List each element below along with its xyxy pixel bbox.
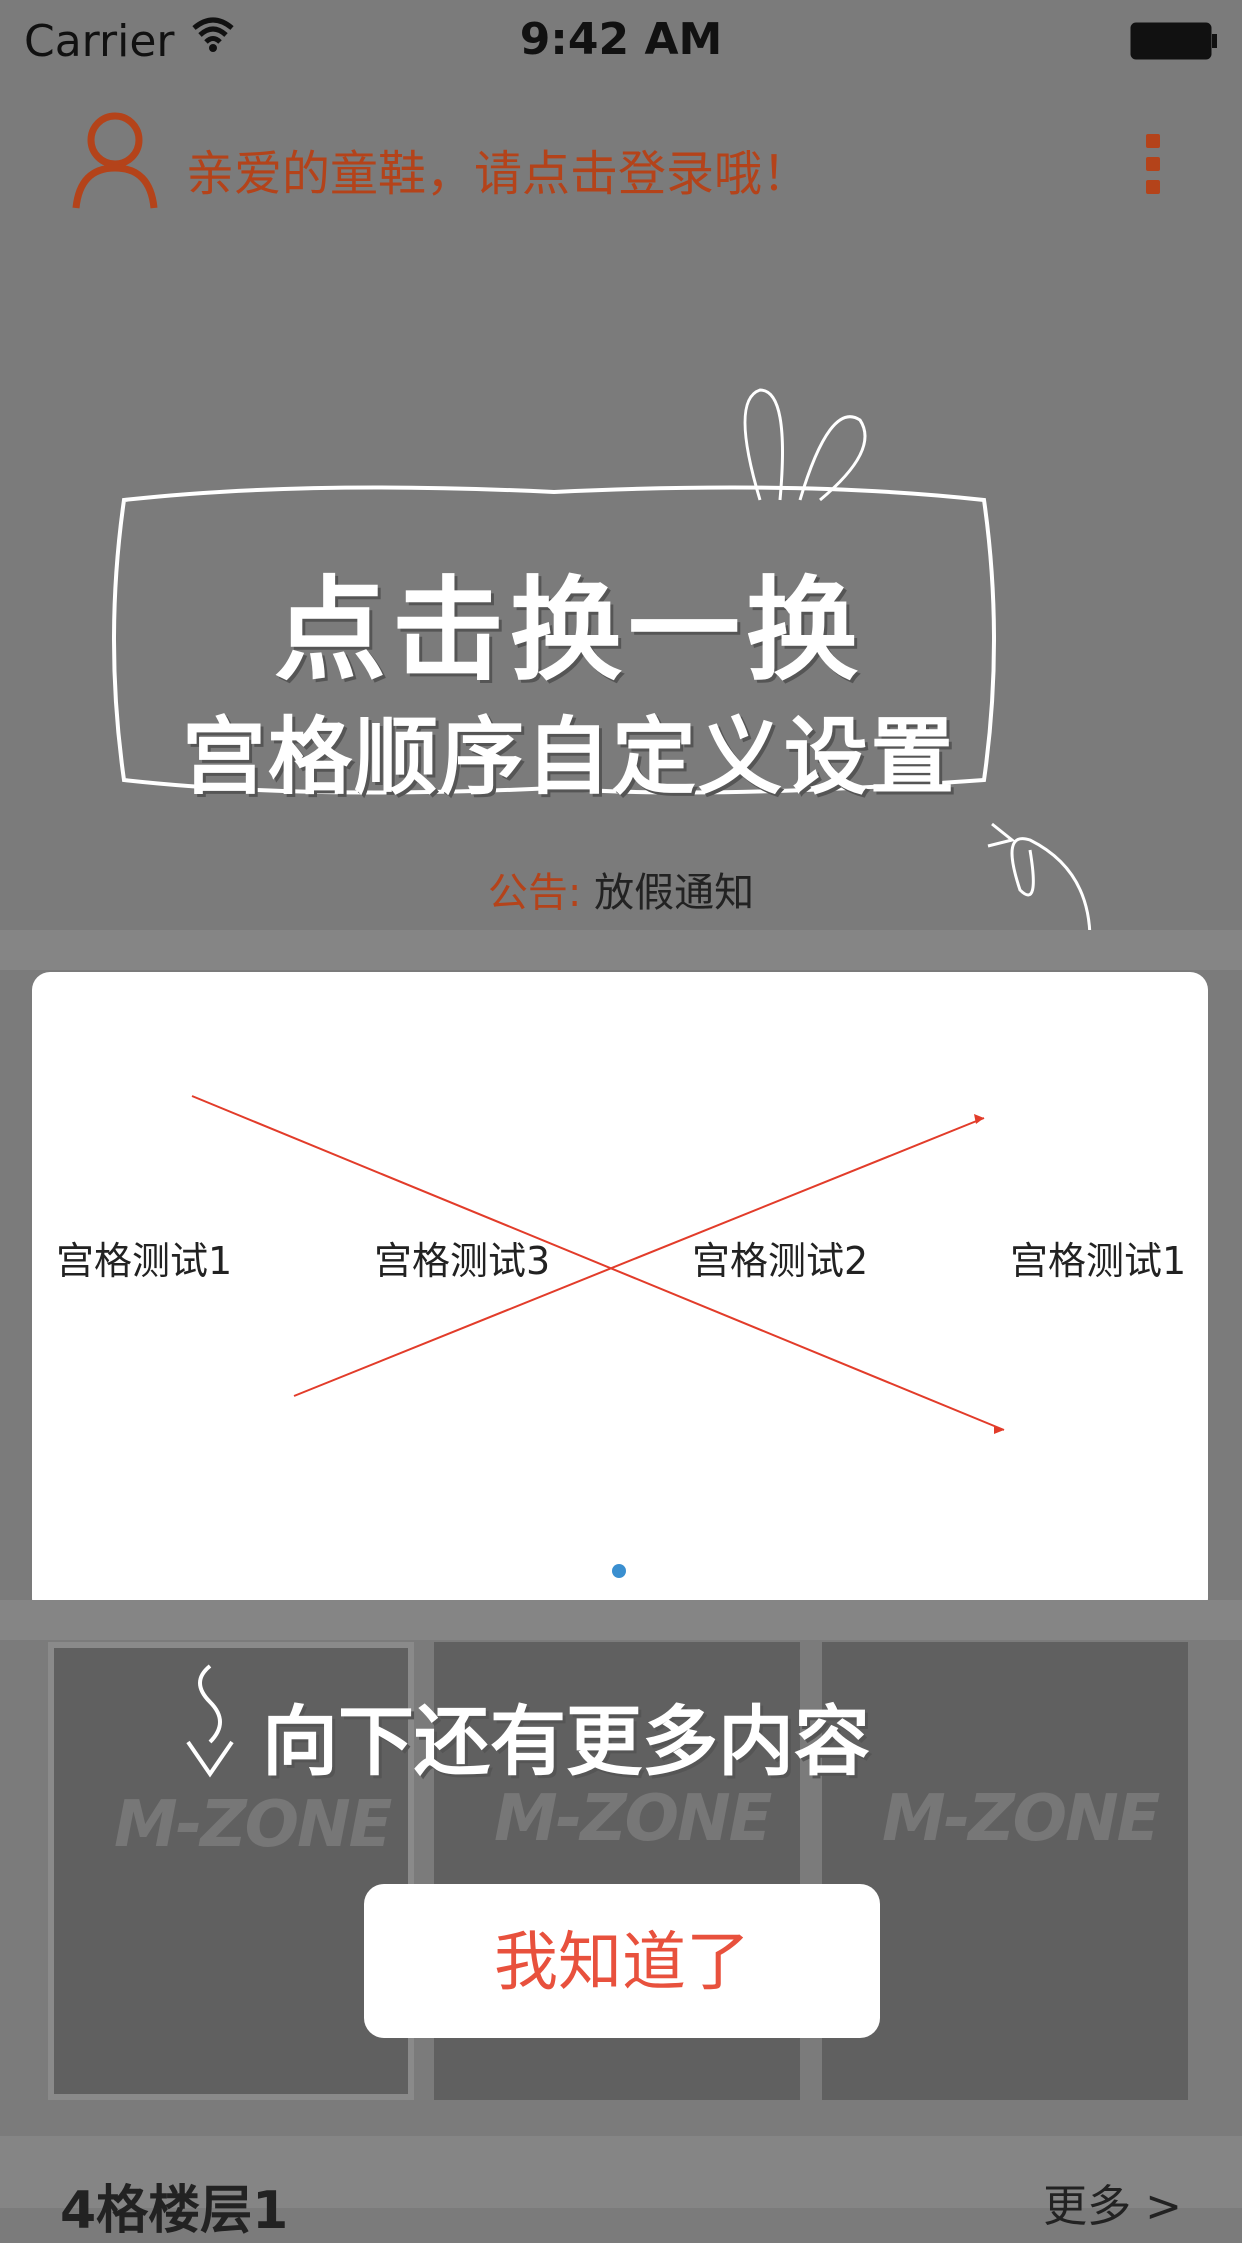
arrow-down-icon [186, 1664, 234, 1778]
header: 亲爱的童鞋，请点击登录哦！ [0, 110, 1242, 220]
floor-title: 4格楼层1 [60, 2181, 289, 2241]
floor-more-link[interactable]: 更多 > [1043, 2170, 1182, 2234]
mzone-logo: M-ZONE [882, 1782, 1160, 1856]
user-icon[interactable] [72, 110, 158, 210]
mzone-logo: M-ZONE [494, 1782, 772, 1856]
got-it-button[interactable]: 我知道了 [364, 1884, 880, 2038]
notice-text: 放假通知 [594, 870, 755, 916]
battery-icon [1130, 22, 1217, 60]
notice-bar[interactable]: 公告: 放假通知 [0, 860, 1242, 918]
grid-item[interactable]: 宫格测试1 [1010, 1230, 1186, 1285]
thumbnail-item[interactable]: M-ZONE [822, 1642, 1188, 2100]
grid-item[interactable]: 宫格测试3 [374, 1230, 550, 1285]
grid-item[interactable]: 宫格测试1 [56, 1230, 232, 1285]
more-menu-icon[interactable] [1146, 134, 1162, 194]
login-prompt[interactable]: 亲爱的童鞋，请点击登录哦！ [186, 134, 810, 204]
scroll-hint: 向下还有更多内容 [262, 1697, 870, 1786]
clock: 9:42 AM [519, 14, 723, 65]
guide-title: 点击换一换 [274, 566, 864, 696]
grid-item[interactable]: 宫格测试2 [692, 1230, 868, 1285]
mzone-logo: M-ZONE [114, 1788, 392, 1862]
guide-subtitle: 宫格顺序自定义设置 [181, 708, 956, 806]
cross-lines-decoration [191, 1095, 1005, 1434]
notice-label: 公告: [487, 870, 582, 916]
section-divider [0, 930, 1242, 970]
status-bar: Carrier 9:42 AM [0, 0, 1242, 84]
guide-banner: 点击换一换 宫格顺序自定义设置 [104, 390, 1034, 810]
page-indicator-dot [612, 1564, 626, 1578]
section-divider [0, 1600, 1242, 1640]
grid-card[interactable]: 宫格测试1 宫格测试3 宫格测试2 宫格测试1 [32, 972, 1208, 1616]
